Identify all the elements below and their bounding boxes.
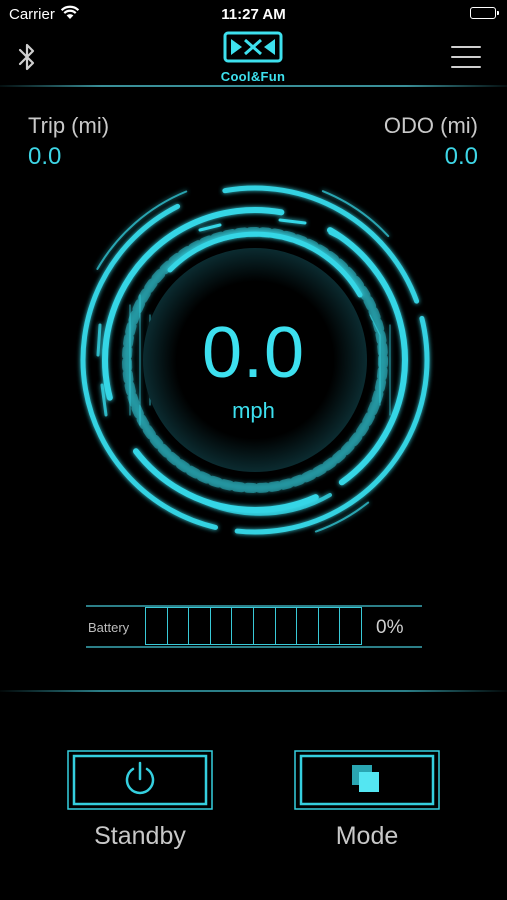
- odo-value: 0.0: [444, 143, 478, 170]
- mode-squares-icon: [352, 765, 379, 792]
- logo-text: Cool&Fun: [220, 69, 286, 84]
- battery-cell: [168, 608, 190, 644]
- battery-cell: [254, 608, 276, 644]
- battery-cell: [146, 608, 168, 644]
- device-battery-icon: [470, 7, 499, 19]
- battery-cell: [189, 608, 211, 644]
- mode-label: Mode: [335, 822, 399, 850]
- standby-button[interactable]: [65, 748, 215, 812]
- battery-cell: [232, 608, 254, 644]
- bluetooth-icon[interactable]: [16, 42, 38, 72]
- battery-cell: [276, 608, 298, 644]
- battery-percent: 0%: [376, 617, 404, 638]
- section-divider: [0, 690, 507, 692]
- battery-label: Battery: [88, 620, 130, 635]
- battery-cell: [319, 608, 341, 644]
- battery-cell: [340, 608, 361, 644]
- menu-icon[interactable]: [451, 46, 481, 68]
- speed-value: 0.0: [201, 313, 306, 393]
- logo-mark-icon: [223, 31, 283, 63]
- trip-label: Trip (mi): [28, 113, 110, 138]
- brand-logo: Cool&Fun: [216, 30, 290, 86]
- power-icon: [125, 761, 155, 795]
- speed-unit: mph: [232, 398, 275, 423]
- standby-label: Standby: [94, 822, 186, 850]
- mode-button[interactable]: [292, 748, 442, 812]
- header-divider: [0, 85, 507, 87]
- trip-value: 0.0: [28, 143, 62, 170]
- battery-cell: [211, 608, 233, 644]
- battery-cell: [297, 608, 319, 644]
- odo-label: ODO (mi): [383, 113, 478, 138]
- status-time: 11:27 AM: [221, 6, 286, 23]
- battery-level-bar: [145, 607, 362, 645]
